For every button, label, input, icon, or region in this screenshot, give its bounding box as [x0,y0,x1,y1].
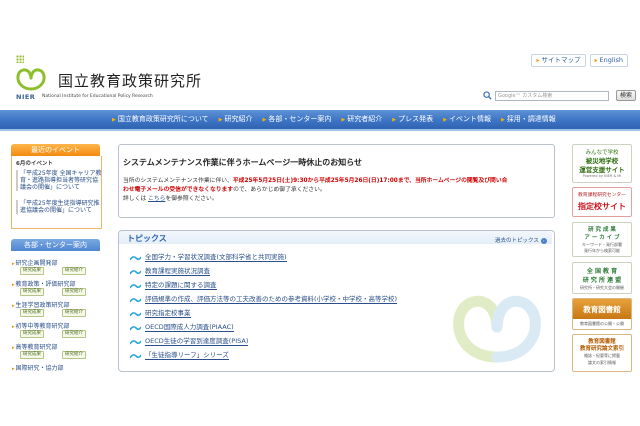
banner-designated-schools[interactable]: 教育課程研究センター 指定校サイト [572,187,632,217]
tag-results[interactable]: 研究成果 [20,309,44,317]
english-link[interactable]: ▸ English [589,54,628,67]
tag-results[interactable]: 研究成果 [20,288,44,296]
arrow-icon: ▶ [392,117,397,123]
arrow-icon: ▶ [218,117,223,123]
events-month: 6月のイベント [16,161,53,167]
topic-item-national-assessment[interactable]: 全国学力・学習状況調査(文部科学省と共同実施) [130,254,287,262]
arrow-icon: ▸ [12,282,15,288]
arrow-icon: ▸ [12,366,15,372]
nav-about[interactable]: ▶ 国立教育政策研究所について [108,114,215,126]
arrow-icon: ▸ [12,261,15,267]
topic-bullet-icon [130,269,141,274]
topic-bullet-icon [130,311,141,316]
topic-bullet-icon [130,353,141,358]
topic-bullet-icon [130,339,141,344]
tag-intro[interactable]: 研究紹介 [62,267,86,275]
banner-national-institutes[interactable]: 全 国 教 育 研 究 所 連 盟 研究所・研究大会の開催 [572,262,632,294]
topics-archive-link[interactable]: 過去のトピックス › [495,236,547,244]
topic-item-evaluation-criteria[interactable]: 評価規準の作成、評価方法等の工夫改善のための参考資料(小学校・中学校・高等学校) [130,296,398,304]
banner-research-archive[interactable]: 研 究 成 果 ア ー カ イ ブ キーワード・発行部署 発行年から検索可能 [572,222,632,257]
nav-departments[interactable]: ▶ 各部・センター案内 [259,114,338,126]
topic-bullet-icon [130,297,141,302]
arrow-icon: ▸ [12,324,15,330]
dept-planning[interactable]: ▸研究企画開発部 [12,258,58,267]
site-title[interactable]: 国立教育政策研究所 [58,70,202,91]
banner-school-support[interactable]: みんなで学校 被災地学校 運営支援サイト Powered by NIER & M… [572,144,632,183]
events-heading: 最近のイベント [11,144,100,156]
notice-title: システムメンテナンス作業に伴うホームページ一時休止のお知らせ [123,158,363,167]
search-area: Google™ カスタム検索 検索 [483,90,637,101]
topic-bullet-icon [130,255,141,260]
dept-lifelong[interactable]: ▸生涯学習政策研究部 [12,300,70,309]
logo-abbr: NIER [16,93,36,101]
sitemap-link[interactable]: ▸ サイトマップ [531,54,586,67]
search-icon [483,91,492,100]
arrow-icon: ▸ [12,303,15,309]
nav-recruitment[interactable]: ▶ 採用・調達情報 [497,114,562,126]
nav-researchers[interactable]: ▶ 研究者紹介 [337,114,388,126]
nav-events[interactable]: ▶ イベント情報 [439,114,497,126]
search-input[interactable]: Google™ カスタム検索 [495,90,609,101]
event-item-guidance[interactable]: 「平成25年度生徒指導研究推進協議会の開催」について [16,200,102,214]
nav-press[interactable]: ▶ プレス発表 [388,114,439,126]
topic-item-piaac[interactable]: OECD国際成人力調査(PIAAC) [130,324,234,332]
tag-results[interactable]: 研究成果 [20,351,44,359]
arrow-icon: ▸ [12,345,15,351]
notice-body: 当所のシステムメンテナンス作業に伴い、平成25年5月25日(土)9:30から平成… [123,178,508,202]
search-button[interactable]: 検索 [616,90,637,101]
logo-english: National Institute for Educational Polic… [42,94,153,99]
departments-heading: 各部・センター案内 [11,239,100,251]
dept-international[interactable]: ▸国際研究・協力部 [12,363,64,372]
arrow-icon: ▶ [341,117,346,123]
topic-item-curriculum-survey[interactable]: 教育課程実施状況調査 [130,268,210,276]
chevron-right-icon: › [540,238,547,244]
topic-item-designated-schools[interactable]: 研究指定校事業 [130,310,191,318]
topic-item-specific-issues[interactable]: 特定の課題に関する調査 [130,282,217,290]
arrow-icon: ▶ [112,117,116,123]
arrow-icon: ▶ [500,117,505,123]
arrow-icon: ▶ [262,117,267,123]
tag-intro[interactable]: 研究紹介 [62,330,86,338]
top-links: ▸ サイトマップ ▸ English [531,54,628,67]
topic-bullet-icon [130,283,141,288]
tag-intro[interactable]: 研究紹介 [62,351,86,359]
logo-watermark-icon [453,295,541,363]
arrow-icon: ▶ [443,117,447,123]
arrow-icon: ▸ [594,57,598,64]
dept-higher-ed[interactable]: ▸高等教育研究部 [12,342,58,351]
topic-item-pisa[interactable]: OECD生徒の学習到達度調査(PISA) [130,338,249,346]
nav-research[interactable]: ▶ 研究紹介 [215,114,259,126]
dots-decoration [16,55,24,63]
topics-heading: トピックス [127,234,167,243]
arrow-icon: ▸ [536,57,540,64]
global-nav: ▶ 国立教育政策研究所について ▶ 研究紹介 ▶ 各部・センター案内 ▶ 研究者紹介 ▶… [108,114,562,126]
nier-logo-icon[interactable] [15,65,47,93]
tag-intro[interactable]: 研究紹介 [62,288,86,296]
notice-details-link[interactable]: こちら [148,196,165,202]
dept-primary-secondary[interactable]: ▸初等中等教育研究部 [12,321,70,330]
event-item-career[interactable]: 「平成25年度 全国キャリア教育・進路指導担当者等研究協議会の開催」について [16,170,102,191]
banner-education-library[interactable]: 教育図書館 教育図書館の公開・公開 [572,298,632,330]
topics-header-bar [119,231,552,244]
topic-item-guidance-leaf[interactable]: 「生徒指導リーフ」シリーズ [130,352,229,360]
dept-policy-eval[interactable]: ▸教育政策・評価研究部 [12,279,76,288]
topic-bullet-icon [130,325,141,330]
tag-intro[interactable]: 研究紹介 [62,309,86,317]
tag-results[interactable]: 研究成果 [20,330,44,338]
tag-results[interactable]: 研究成果 [20,267,44,275]
banner-paper-index[interactable]: 教育図書館 教育研究論文索引 雑誌・紀要等に掲載 論文の索引情報 [572,334,632,372]
